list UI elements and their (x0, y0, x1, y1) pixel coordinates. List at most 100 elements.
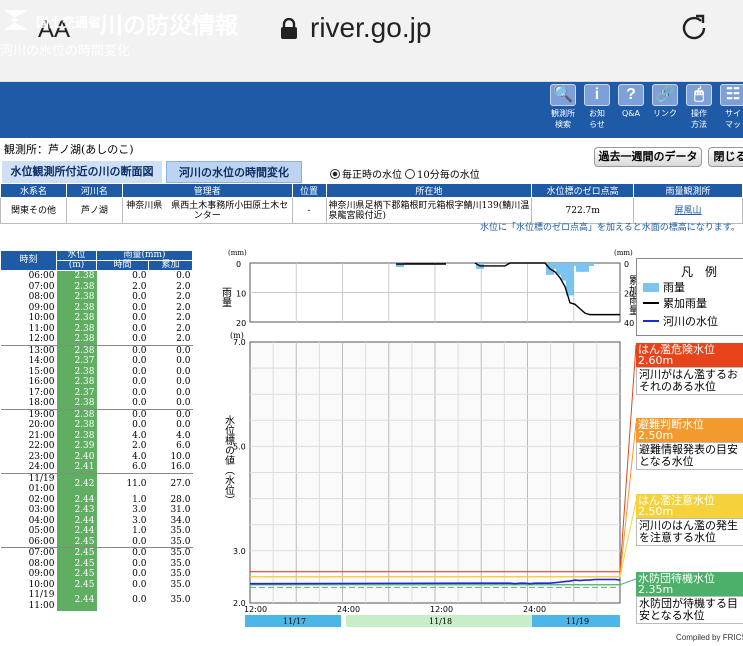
legend-cum-rain-label: 累加雨量 (663, 297, 707, 310)
cum-rain-swatch-icon (643, 302, 659, 304)
level-cell: 2.38 (56, 323, 97, 334)
past-week-button[interactable]: 過去一週間のデータ (594, 147, 702, 167)
legend-rain-label: 雨量 (663, 281, 685, 294)
rain-cum-cell: 31.0 (170, 505, 191, 515)
rain-cum-cell: 35.0 (170, 579, 191, 590)
time-cell: 11:00 (28, 323, 55, 334)
nav-item-link[interactable]: 🔗 リンク (650, 84, 680, 119)
level-tick-label: 5.0 (233, 442, 246, 451)
reload-icon[interactable] (678, 12, 710, 44)
rain-cum-cell: 35.0 (170, 526, 191, 536)
mlit-logo-icon (4, 10, 28, 30)
radio-ten-min[interactable]: 10分毎の水位 (405, 166, 480, 181)
rain-hourly-cell: 3.0 (132, 515, 147, 526)
time-cell: 06:00 (28, 271, 55, 281)
table-row: 04:00 2.44 3.0 34.0 (1, 515, 193, 526)
site-title[interactable]: 川の防災情報 (100, 6, 238, 40)
rain-hourly-cell: 1.0 (132, 526, 147, 536)
col-header: 水系名 (0, 183, 67, 198)
time-cell: 09:00 (28, 569, 55, 579)
nav-item-info[interactable]: i お知 らせ (582, 84, 612, 130)
help-icon[interactable]: ? (618, 84, 644, 106)
table-row: 18:00 2.38 0.0 0.0 (1, 398, 193, 409)
radio-hourly-label: 毎正時の水位 (342, 170, 402, 181)
level-cell: 2.38 (56, 420, 97, 431)
link-icon[interactable]: 🔗 (652, 84, 678, 106)
time-tick-label: 12:00 (430, 605, 453, 614)
tab-cross-section[interactable]: 水位観測所付近の川の断面図 (2, 161, 162, 183)
date-label: 11/17 (283, 617, 306, 626)
table-row: 24:00 2.41 6.0 16.0 (1, 462, 193, 473)
threshold-value: 2.60m (638, 354, 674, 367)
time-cell: 13:00 (0, 344, 57, 356)
level-cell: 2.44 (56, 515, 97, 526)
rain-hourly-cell: 2.0 (132, 441, 147, 451)
rain-tick-label: 10 (236, 290, 246, 299)
time-cell: 07:00 (28, 281, 55, 292)
lock-icon (281, 18, 297, 39)
url-text[interactable]: river.go.jp (310, 12, 431, 44)
tab-time-change[interactable]: 河川の水位の時間変化 (166, 161, 302, 183)
time-cell: 22:00 (28, 441, 55, 451)
table-row: 06:00 2.38 0.0 0.0 (1, 270, 193, 282)
time-cell: 17:00 (28, 387, 55, 398)
mouse-icon[interactable]: 🖱 (686, 84, 712, 106)
threshold-legend-header: はん濫注意水位 2.50m (636, 494, 743, 518)
rain-cum-cell: 0.0 (176, 271, 191, 281)
threshold-description: 避難情報発表の目安となる水位 (636, 442, 743, 470)
level-unit-label: (m) (230, 331, 244, 340)
table-row: 15:00 2.38 0.0 0.0 (1, 366, 193, 377)
nav-item-sitemap[interactable]: ☷ サイ マッ (718, 84, 743, 130)
radio-hourly[interactable]: 毎正時の水位 (330, 166, 402, 181)
level-cell: 2.38 (56, 366, 97, 377)
rain-hourly-cell: 2.0 (132, 281, 147, 292)
radio-checked-icon[interactable] (330, 169, 340, 179)
close-button[interactable]: 閉じる (708, 147, 743, 167)
info-icon[interactable]: i (584, 84, 610, 106)
rain-swatch-icon (643, 283, 659, 292)
time-cell: 05:00 (28, 526, 55, 536)
sitemap-icon[interactable]: ☷ (720, 84, 743, 106)
rain-hourly-cell: 0.0 (132, 323, 147, 334)
table-row: 19:00 2.38 0.0 0.0 (0, 408, 193, 420)
level-cell: 2.41 (56, 462, 97, 473)
nav-item-label: 操作 方法 (691, 109, 707, 129)
table-row: 05:00 2.44 1.0 35.0 (1, 526, 193, 537)
legend-title: 凡 例 (681, 265, 718, 279)
rain-cum-cell: 35.0 (148, 547, 193, 559)
cum-rain-tick-label: 40 (624, 319, 634, 328)
level-cell: 2.44 (56, 494, 97, 505)
rain-hourly-cell: 0.0 (132, 398, 147, 408)
rain-cum-cell: 16.0 (170, 462, 191, 472)
time-cell: 10:00 (28, 579, 55, 590)
level-cell: 2.38 (56, 313, 97, 324)
zero-point-note: 水位に「水位標のゼロ点高」を加えると水面の標高になります。 (480, 223, 740, 233)
nav-item-mouse[interactable]: 🖱 操作 方法 (684, 84, 714, 130)
rain-cum-cell: 35.0 (170, 595, 191, 606)
legend-connector (619, 578, 637, 586)
search-icon[interactable]: 🔍 (550, 84, 576, 106)
table-row: 09:00 2.38 0.0 2.0 (1, 302, 193, 313)
col-header: 管理者 (121, 183, 293, 198)
time-cell: 21:00 (28, 430, 55, 441)
nav-item-search[interactable]: 🔍 観測所 検索 (548, 84, 578, 130)
table-row: 02:00 2.44 1.0 28.0 (1, 494, 193, 505)
time-cell: 03:00 (28, 505, 55, 515)
rain-hourly-cell: 11.0 (96, 472, 149, 495)
level-cell: 2.38 (56, 430, 97, 441)
time-cell: 15:00 (28, 366, 55, 377)
level-cell: 2.37 (56, 356, 97, 367)
rain-hourly-cell: 0.0 (132, 558, 147, 569)
level-cell: 2.38 (56, 334, 97, 345)
rain-hourly-cell: 0.0 (132, 271, 147, 281)
table-cell: 関東その他 (0, 197, 67, 224)
cum-rain-tick-label: 0 (624, 260, 629, 269)
rain-tick-label: 20 (236, 319, 246, 328)
col-header-rain: 雨量(mm) (96, 250, 193, 261)
nav-item-help[interactable]: ? Q&A (616, 84, 646, 119)
level-axis-title: 水位標の値（水位） (223, 415, 235, 505)
time-cell: 11/19 11:00 (28, 590, 55, 611)
table-cell: - (291, 197, 327, 224)
radio-unchecked-icon[interactable] (405, 169, 415, 179)
table-row: 07:00 2.45 0.0 35.0 (0, 547, 193, 559)
